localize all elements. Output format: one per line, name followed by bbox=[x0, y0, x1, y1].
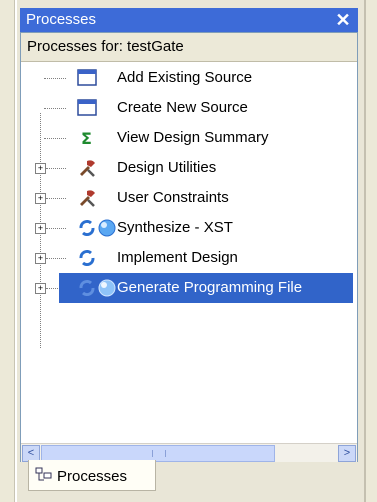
tree-item-label: Create New Source bbox=[117, 99, 248, 116]
tree-item-label: Add Existing Source bbox=[117, 69, 253, 86]
panel-titlebar: Processes ✕ bbox=[20, 8, 358, 32]
tree-branch-line bbox=[46, 228, 66, 229]
tree-branch-line bbox=[46, 258, 66, 259]
scroll-right-icon[interactable]: > bbox=[338, 445, 356, 462]
expand-icon[interactable]: + bbox=[35, 223, 46, 234]
left-edge bbox=[14, 0, 17, 502]
svg-text:Σ: Σ bbox=[81, 129, 92, 148]
tree-branch-line bbox=[44, 138, 66, 139]
expand-icon[interactable]: + bbox=[35, 253, 46, 264]
tools-icon bbox=[80, 160, 95, 177]
window-icon bbox=[77, 99, 97, 116]
refresh-icon bbox=[79, 220, 95, 236]
refresh-icon bbox=[79, 250, 95, 266]
scroll-grip bbox=[152, 450, 166, 457]
tree-item-label: Implement Design bbox=[117, 249, 238, 266]
processes-panel: Processes ✕ Processes for: testGate Add … bbox=[20, 8, 360, 502]
sigma-icon: Σ bbox=[81, 129, 92, 148]
tree-item-create-new-source[interactable]: Create New Source bbox=[21, 93, 357, 123]
right-area bbox=[366, 0, 377, 502]
tree-item-design-utilities[interactable]: + Design Utilities bbox=[21, 153, 357, 183]
tree-branch-line bbox=[46, 288, 58, 289]
tree-item-label: User Constraints bbox=[117, 189, 229, 206]
tree-branch-line bbox=[46, 168, 66, 169]
expand-icon[interactable]: + bbox=[35, 193, 46, 204]
status-globe-icon bbox=[98, 279, 116, 297]
processes-for-header: Processes for: testGate bbox=[21, 33, 357, 62]
left-strip bbox=[0, 0, 17, 502]
tree-item-add-existing-source[interactable]: Add Existing Source bbox=[21, 63, 357, 93]
status-globe-icon bbox=[98, 219, 116, 237]
tree-branch-line bbox=[44, 108, 66, 109]
subheader-label: Processes for: testGate bbox=[27, 38, 184, 55]
process-tree: Add Existing Source Create New Source Σ … bbox=[21, 63, 357, 423]
tree-branch-line bbox=[44, 78, 66, 79]
tree-item-label: Synthesize - XST bbox=[117, 219, 233, 236]
refresh-icon bbox=[79, 280, 95, 296]
tab-processes[interactable]: Processes bbox=[28, 460, 156, 491]
tab-label: Processes bbox=[57, 468, 128, 485]
tree-item-generate-programming-file[interactable]: + Generate Programming File bbox=[21, 273, 357, 303]
tools-icon bbox=[80, 190, 95, 207]
tree-item-synthesize-xst[interactable]: + Synthesize - XST bbox=[21, 213, 357, 243]
tree-branch-line bbox=[46, 198, 66, 199]
panel-title: Processes bbox=[26, 11, 97, 28]
panel-content: Processes for: testGate Add Existing Sou… bbox=[20, 32, 358, 462]
tree-item-label: Generate Programming File bbox=[117, 273, 303, 303]
processes-tab-icon bbox=[35, 467, 52, 481]
tree-item-view-design-summary[interactable]: Σ View Design Summary bbox=[21, 123, 357, 153]
tree-item-label: View Design Summary bbox=[117, 129, 269, 146]
tree-item-label: Design Utilities bbox=[117, 159, 217, 176]
tree-item-implement-design[interactable]: + Implement Design bbox=[21, 243, 357, 273]
close-icon[interactable]: ✕ bbox=[334, 8, 352, 32]
window-icon bbox=[77, 69, 97, 86]
expand-icon[interactable]: + bbox=[35, 163, 46, 174]
expand-icon[interactable]: + bbox=[35, 283, 46, 294]
tree-item-user-constraints[interactable]: + User Constraints bbox=[21, 183, 357, 213]
